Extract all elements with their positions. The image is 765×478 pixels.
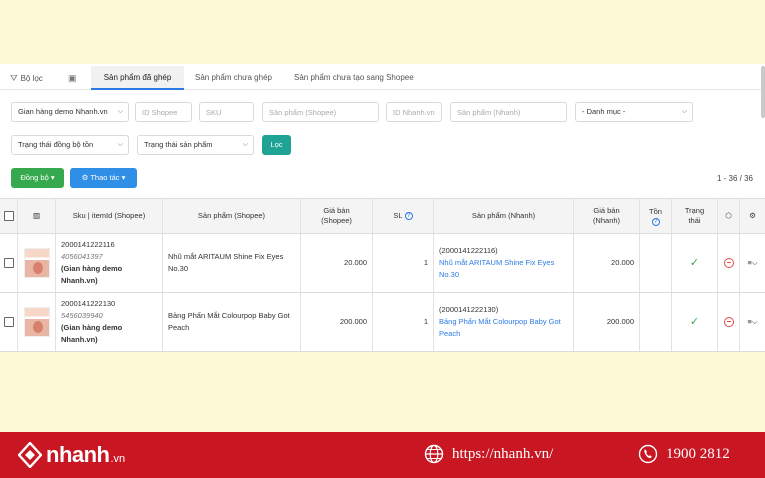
chevron-down-icon: ⌵ xyxy=(681,108,687,115)
nhanh-logo: nhanh .vn xyxy=(18,440,125,470)
row-status: ✓ xyxy=(672,293,718,351)
gear-icon[interactable]: ⚙ xyxy=(749,211,756,221)
row-select-cell xyxy=(0,234,18,292)
header-status: Trạng thái xyxy=(672,199,718,233)
header-stock: Tồn? xyxy=(640,199,672,233)
row-unlink-cell xyxy=(718,293,740,351)
row-product-nhanh-cell: (2000141222116) Nhũ mắt ARITAUM Shine Fi… xyxy=(434,234,574,292)
category-select[interactable]: - Danh mục - ⌵ xyxy=(575,102,693,122)
row-stock xyxy=(640,234,672,292)
tab-filter[interactable]: ⛛ Bộ lọc xyxy=(10,66,43,90)
id-shopee-input[interactable] xyxy=(135,102,192,122)
tab-save-filter[interactable]: ▣ xyxy=(68,66,80,90)
remove-icon[interactable] xyxy=(723,317,734,327)
row-sku-cell: 2000141222130 5456039940 (Gian hàng demo… xyxy=(56,293,163,351)
row-qty: 1 xyxy=(373,293,434,351)
header-sku: Sku | itemId (Shopee) xyxy=(56,199,163,233)
sync-status-select[interactable]: Trạng thái đồng bộ tồn ⌵ xyxy=(11,135,129,155)
header-select-cell xyxy=(0,199,18,233)
website-link[interactable]: https://nhanh.vn/ xyxy=(424,444,553,464)
row-unlink-cell xyxy=(718,234,740,292)
table-row: 2000141222116 4056041397 (Gian hàng demo… xyxy=(0,234,765,293)
menu-icon[interactable]: ≡⌵ xyxy=(747,316,757,328)
header-price-shopee: Giá bán (Shopee) xyxy=(301,199,373,233)
row-menu-cell: ≡⌵ xyxy=(740,234,765,292)
product-nhanh-link[interactable]: Nhũ mắt ARITAUM Shine Fix Eyes No.30 xyxy=(439,257,568,281)
row-qty: 1 xyxy=(373,234,434,292)
caret-down-icon: ▾ xyxy=(121,173,126,182)
row-price-nhanh: 200.000 xyxy=(574,293,640,351)
table-header: ▨ Sku | itemId (Shopee) Sản phẩm (Shopee… xyxy=(0,199,765,234)
hotline[interactable]: 1900 2812 xyxy=(638,444,730,464)
tab-matched-products[interactable]: Sản phẩm đã ghép xyxy=(91,66,184,90)
filter-button[interactable]: Lọc xyxy=(262,135,291,155)
save-icon: ▣ xyxy=(68,73,77,83)
store-select[interactable]: Gian hàng demo Nhanh.vn ⌵ xyxy=(11,102,129,122)
globe-icon xyxy=(424,444,444,464)
row-status: ✓ xyxy=(672,234,718,292)
row-sku-cell: 2000141222116 4056041397 (Gian hàng demo… xyxy=(56,234,163,292)
header-settings-cell: ⚙ xyxy=(740,199,765,233)
scrollbar[interactable] xyxy=(761,66,765,118)
select-all-checkbox[interactable] xyxy=(3,211,14,221)
pagination-info: 1 - 36 / 36 xyxy=(716,174,753,183)
tab-unmatched-products[interactable]: Sản phẩm chưa ghép xyxy=(195,66,272,90)
gear-icon: ⚙ xyxy=(81,173,89,182)
sync-dropdown-button[interactable]: Đồng bộ ▾ xyxy=(11,168,64,188)
tab-bar: ⛛ Bộ lọc ▣ Sản phẩm đã ghép Sản phẩm chưa… xyxy=(0,66,765,90)
help-icon[interactable]: ? xyxy=(404,212,413,220)
phone-icon xyxy=(638,444,658,464)
product-status-select[interactable]: Trạng thái sản phẩm ⌵ xyxy=(137,135,254,155)
check-icon: ✓ xyxy=(689,257,700,269)
table-row: 2000141222130 5456039940 (Gian hàng demo… xyxy=(0,293,765,352)
tab-not-created-on-shopee[interactable]: Sản phẩm chưa tạo sang Shopee xyxy=(294,66,414,90)
chevron-down-icon: ⌵ xyxy=(117,108,123,115)
row-checkbox[interactable] xyxy=(3,317,14,327)
product-nhanh-input[interactable] xyxy=(450,102,567,122)
check-icon: ✓ xyxy=(689,316,700,328)
row-product-shopee: Bảng Phấn Mắt Colourpop Baby Got Peach xyxy=(163,293,301,351)
caret-down-icon: ▾ xyxy=(50,173,55,182)
header-qty: SL? xyxy=(373,199,434,233)
filter-icon: ⛛ xyxy=(10,73,18,83)
header-product-nhanh: Sản phẩm (Nhanh) xyxy=(434,199,574,233)
nhanh-logo-icon xyxy=(18,442,42,468)
box-icon: ⬡ xyxy=(725,211,732,220)
header-image-cell: ▨ xyxy=(18,199,56,233)
row-menu-cell: ≡⌵ xyxy=(740,293,765,351)
header-product-shopee: Sản phẩm (Shopee) xyxy=(163,199,301,233)
chevron-down-icon: ⌵ xyxy=(242,141,248,148)
product-sync-panel: ⛛ Bộ lọc ▣ Sản phẩm đã ghép Sản phẩm chưa… xyxy=(0,64,765,352)
row-price-nhanh: 20.000 xyxy=(574,234,640,292)
product-shopee-input[interactable] xyxy=(262,102,379,122)
product-table: ▨ Sku | itemId (Shopee) Sản phẩm (Shopee… xyxy=(0,198,765,352)
remove-icon[interactable] xyxy=(723,258,734,268)
row-select-cell xyxy=(0,293,18,351)
row-product-nhanh-cell: (2000141222130) Bảng Phấn Mắt Colourpop … xyxy=(434,293,574,351)
help-icon[interactable]: ? xyxy=(651,217,660,226)
image-icon: ▨ xyxy=(32,211,41,220)
header-price-nhanh: Giá bán (Nhanh) xyxy=(574,199,640,233)
row-image-cell xyxy=(18,234,56,292)
product-thumbnail[interactable] xyxy=(23,307,50,337)
row-stock xyxy=(640,293,672,351)
footer-banner: nhanh .vn https://nhanh.vn/ 1900 2812 xyxy=(0,432,765,478)
menu-icon[interactable]: ≡⌵ xyxy=(747,257,757,269)
sku-input[interactable] xyxy=(199,102,254,122)
header-box-cell: ⬡ xyxy=(718,199,740,233)
operation-dropdown-button[interactable]: ⚙ Thao tác ▾ xyxy=(70,168,137,188)
row-price-shopee: 200.000 xyxy=(301,293,373,351)
chevron-down-icon: ⌵ xyxy=(117,141,123,148)
row-checkbox[interactable] xyxy=(3,258,14,268)
id-nhanh-input[interactable] xyxy=(386,102,442,122)
product-nhanh-link[interactable]: Bảng Phấn Mắt Colourpop Baby Got Peach xyxy=(439,316,568,340)
row-product-shopee: Nhũ mắt ARITAUM Shine Fix Eyes No.30 xyxy=(163,234,301,292)
product-thumbnail[interactable] xyxy=(23,248,50,278)
row-price-shopee: 20.000 xyxy=(301,234,373,292)
row-image-cell xyxy=(18,293,56,351)
